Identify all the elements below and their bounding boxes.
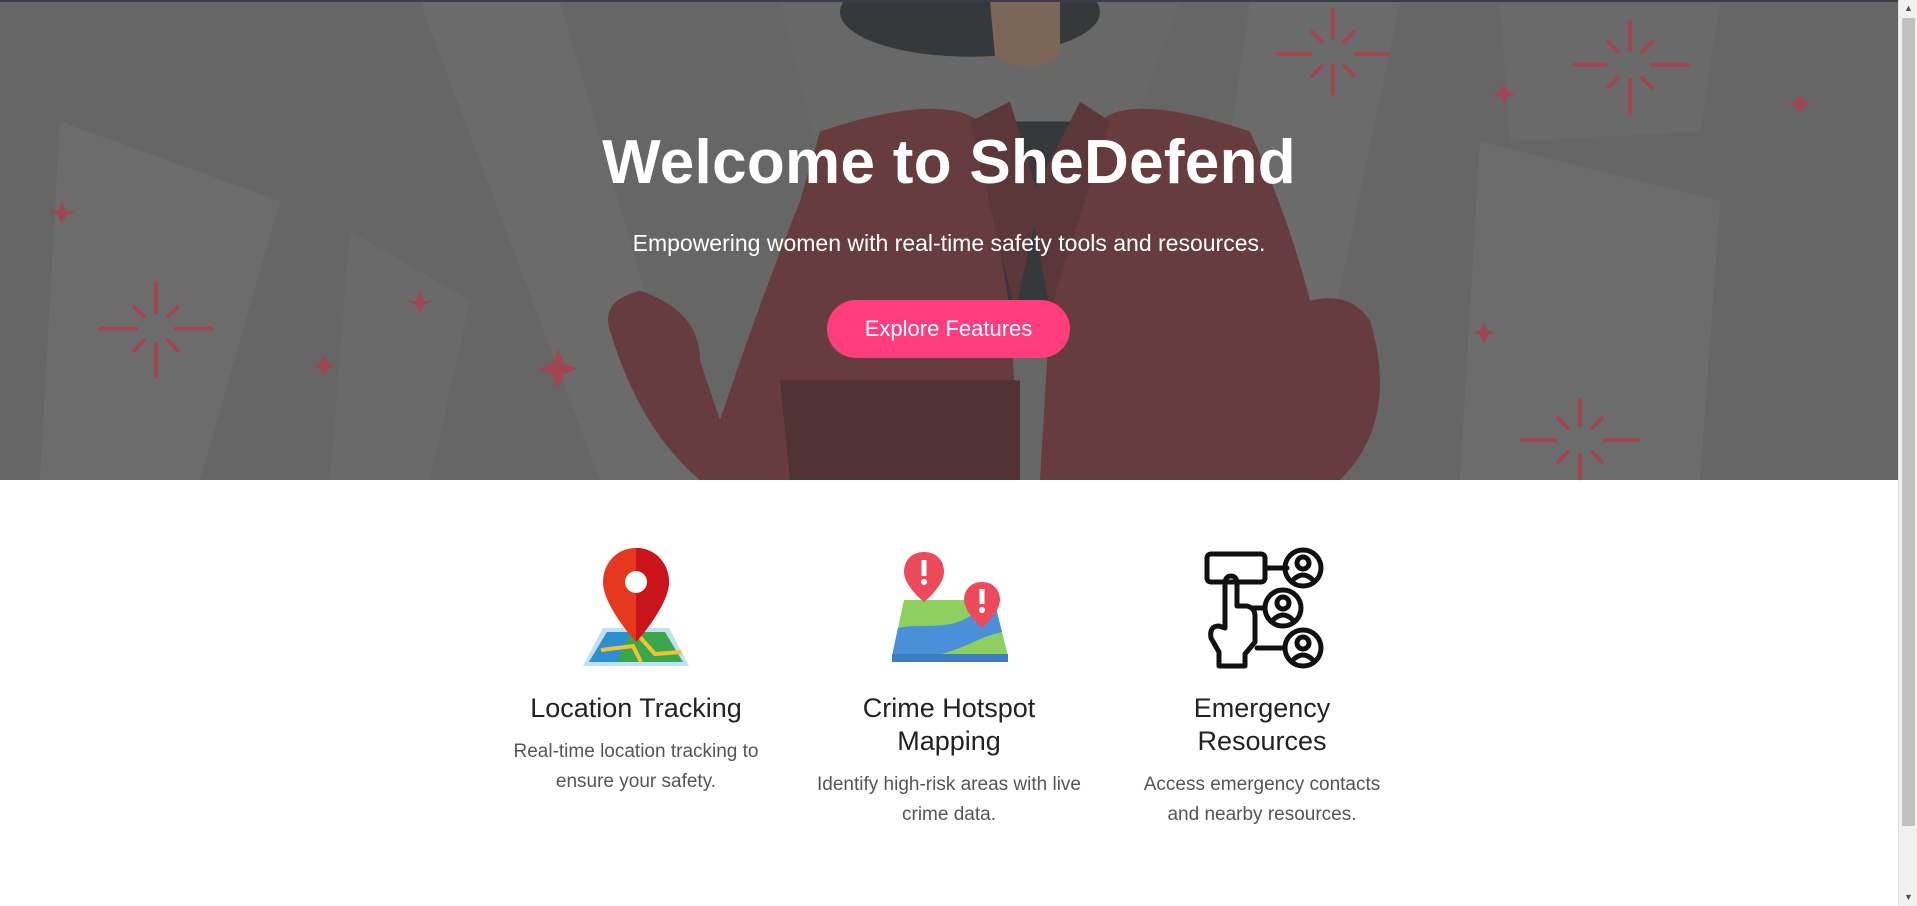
- feature-title: Crime Hotspot Mapping: [862, 693, 1036, 756]
- features-section: Location Tracking Real-time location tra…: [0, 480, 1898, 906]
- scrollbar-thumb[interactable]: [1902, 18, 1915, 826]
- vertical-scrollbar[interactable]: ▲ ▼: [1898, 0, 1917, 906]
- feature-card-emergency-resources: Emergency Resources Access emergency con…: [1127, 542, 1397, 830]
- feature-card-crime-hotspot-mapping: Crime Hotspot Mapping Identify high-risk…: [814, 542, 1084, 830]
- feature-card-location-tracking: Location Tracking Real-time location tra…: [501, 542, 771, 797]
- feature-description: Access emergency contacts and nearby res…: [1143, 774, 1381, 825]
- hero-subtitle: Empowering women with real-time safety t…: [632, 230, 1266, 256]
- hero-content: Welcome to SheDefend Empowering women wi…: [0, 2, 1898, 480]
- feature-description: Real-time location tracking to ensure yo…: [513, 741, 759, 792]
- scroll-down-arrow-icon[interactable]: ▼: [1899, 889, 1917, 906]
- scroll-up-arrow-icon[interactable]: ▲: [1899, 0, 1917, 17]
- hero-section: Welcome to SheDefend Empowering women wi…: [0, 0, 1898, 480]
- explore-features-button[interactable]: Explore Features: [827, 300, 1070, 358]
- feature-description: Identify high-risk areas with live crime…: [817, 774, 1081, 825]
- emergency-contacts-icon: [1204, 547, 1324, 669]
- page: Welcome to SheDefend Empowering women wi…: [0, 0, 1898, 906]
- feature-title: Emergency Resources: [1193, 693, 1331, 756]
- location-pin-map-icon: [583, 548, 689, 666]
- hero-title: Welcome to SheDefend: [602, 128, 1296, 197]
- feature-title: Location Tracking: [530, 693, 742, 723]
- crime-hotspot-map-icon: [892, 552, 1008, 662]
